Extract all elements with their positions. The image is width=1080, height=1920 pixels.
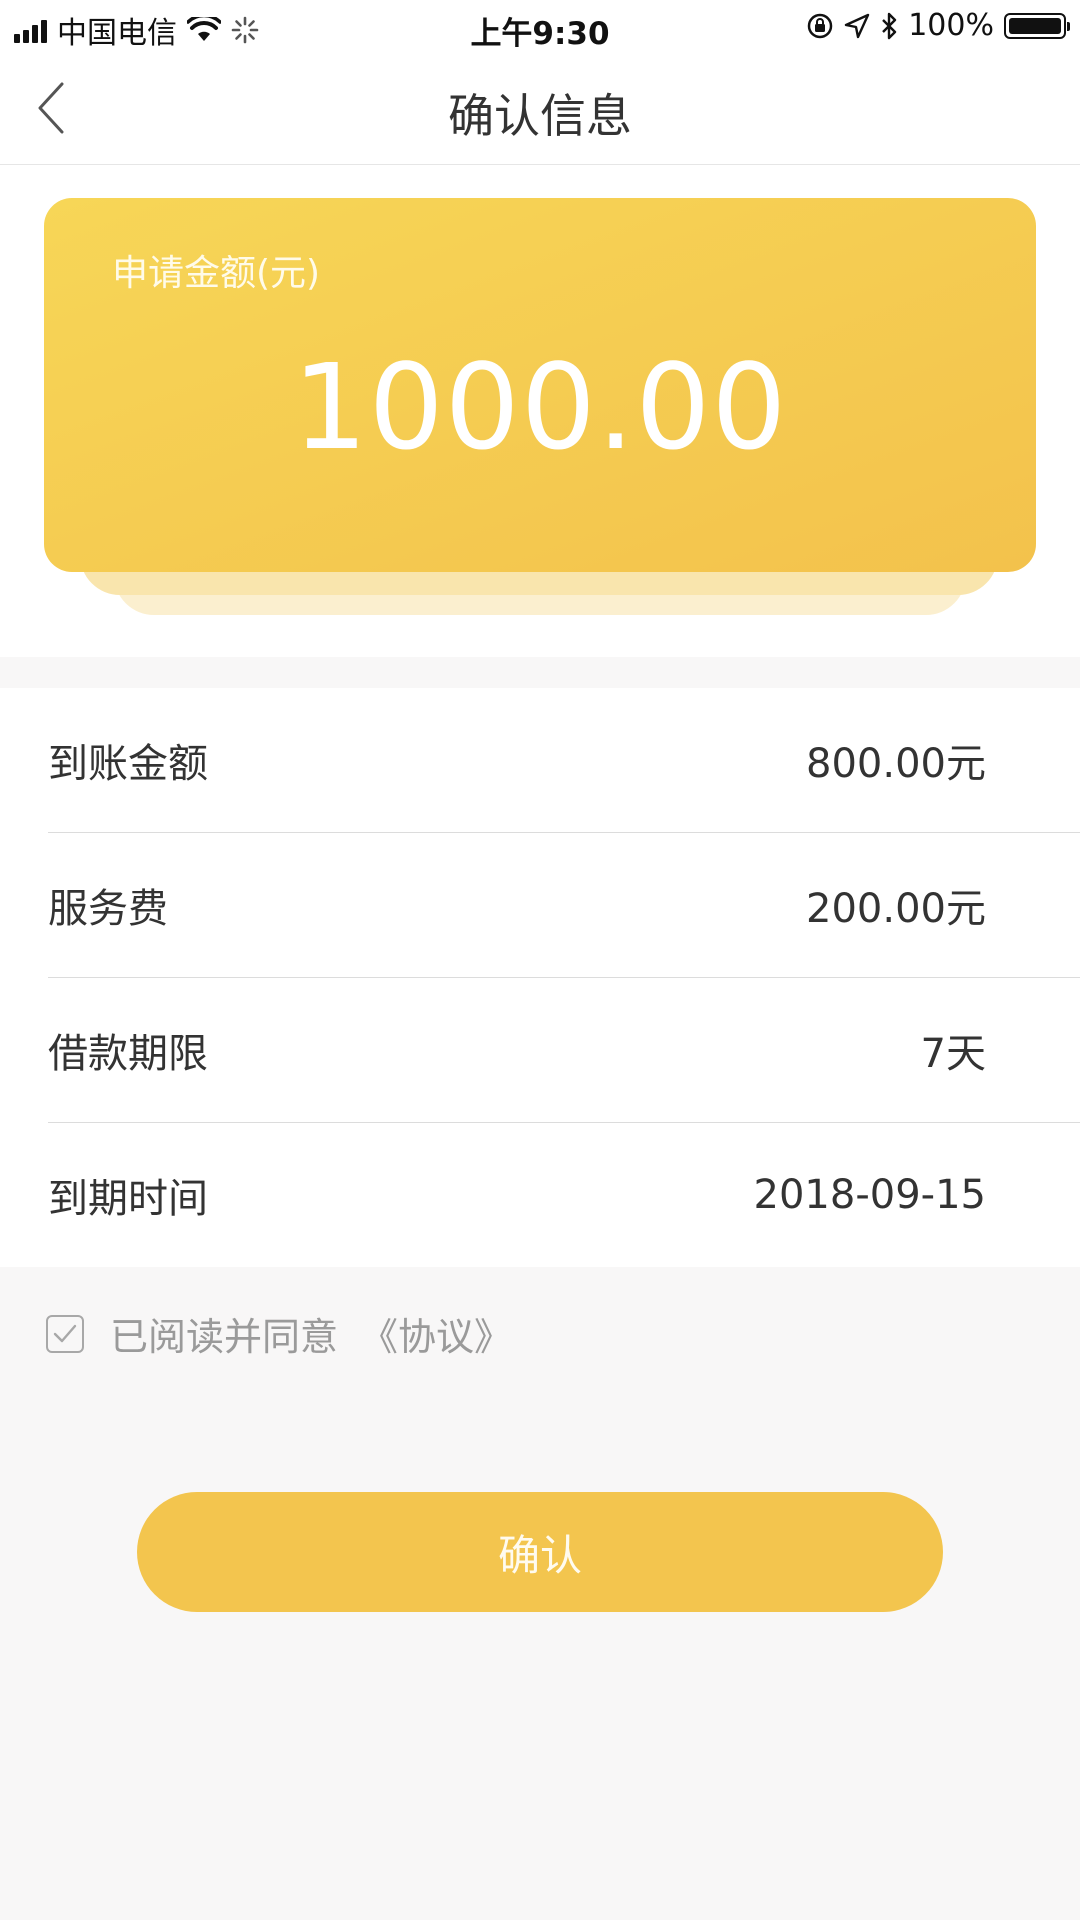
orientation-lock-icon xyxy=(807,13,833,38)
detail-value: 800.00元 xyxy=(806,741,986,787)
status-bar: 中国电信 上午9:30 100% xyxy=(0,0,1080,56)
detail-value: 2018-09-15 xyxy=(753,1172,986,1218)
detail-value: 200.00元 xyxy=(806,886,986,932)
detail-row-loan-term: 借款期限 7天 xyxy=(48,977,1080,1122)
detail-label: 到期时间 xyxy=(48,1176,208,1222)
detail-label: 服务费 xyxy=(48,886,168,932)
amount-value: 1000.00 xyxy=(292,338,788,476)
battery-fill xyxy=(1009,17,1061,34)
amount-label: 申请金额(元) xyxy=(112,253,321,294)
location-arrow-icon xyxy=(845,13,870,38)
detail-row-received-amount: 到账金额 800.00元 xyxy=(48,688,1080,832)
detail-row-due-date: 到期时间 2018-09-15 xyxy=(48,1122,1080,1267)
loan-details-list: 到账金额 800.00元 服务费 200.00元 借款期限 7天 到期时间 20… xyxy=(0,688,1080,1267)
detail-label: 借款期限 xyxy=(48,1031,208,1077)
confirm-button[interactable]: 确认 xyxy=(137,1492,943,1612)
page-title: 确认信息 xyxy=(448,89,632,143)
navigation-bar: 确认信息 xyxy=(0,56,1080,165)
detail-row-service-fee: 服务费 200.00元 xyxy=(48,832,1080,977)
bluetooth-icon xyxy=(882,12,897,39)
agreement-text: 已阅读并同意 xyxy=(110,1315,339,1359)
battery-icon xyxy=(1004,12,1070,39)
battery-percentage: 100% xyxy=(908,8,994,43)
detail-label: 到账金额 xyxy=(48,741,208,787)
agreement-link[interactable]: 《协议》 xyxy=(360,1306,512,1361)
agreement-checkbox[interactable] xyxy=(46,1314,84,1353)
amount-card-section: 申请金额(元) 1000.00 xyxy=(0,165,1080,657)
amount-card: 申请金额(元) 1000.00 xyxy=(44,198,1036,572)
status-bar-right: 100% xyxy=(806,8,1070,43)
detail-value: 7天 xyxy=(920,1031,986,1077)
checkmark-icon xyxy=(53,1324,77,1342)
agreement-row: 已阅读并同意 《协议》 xyxy=(46,1306,512,1361)
